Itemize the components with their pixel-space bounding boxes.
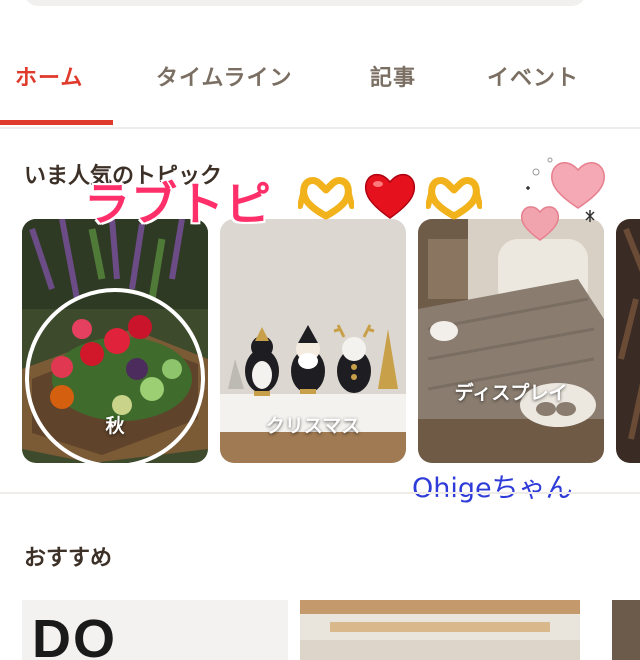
author-signature: Ohigeちゃん — [412, 473, 573, 504]
tab-home[interactable]: ホーム — [15, 60, 83, 92]
recommend-photo — [300, 600, 580, 660]
active-tab-indicator — [0, 120, 113, 125]
recommend-card[interactable]: DO — [22, 600, 288, 660]
heart-hands-icon — [426, 177, 482, 220]
display-photo — [418, 219, 604, 463]
tab-events[interactable]: イベント — [487, 60, 579, 92]
topic-label: ディスプレイ — [454, 382, 568, 404]
overlay-title: ラブトピ — [84, 177, 272, 231]
topic-card-next[interactable] — [616, 219, 640, 463]
tab-articles[interactable]: 記事 — [370, 60, 416, 92]
topic-label: クリスマス — [265, 415, 361, 437]
recommend-card[interactable] — [300, 600, 580, 660]
recommend-title: おすすめ — [24, 546, 113, 571]
pink-hearts-icon — [520, 157, 605, 241]
topic-card-display[interactable]: ディスプレイ — [418, 219, 604, 463]
topic-card-christmas[interactable]: クリスマス — [220, 219, 406, 463]
section-divider — [0, 492, 640, 494]
recommend-card[interactable] — [612, 600, 640, 660]
tabs-divider — [0, 127, 640, 129]
heart-hands-icon — [298, 177, 354, 220]
search-bar-bottom[interactable] — [24, 0, 586, 6]
next-topic-photo — [616, 219, 640, 463]
recommend-card-text: DO — [32, 609, 117, 660]
red-heart-icon — [364, 173, 416, 219]
topic-label: 秋 — [105, 415, 125, 437]
topic-card-autumn[interactable]: 秋 — [22, 219, 208, 463]
tab-timeline[interactable]: タイムライン — [156, 60, 292, 92]
main-tabs: ホーム タイムライン 記事 イベント — [0, 44, 640, 128]
